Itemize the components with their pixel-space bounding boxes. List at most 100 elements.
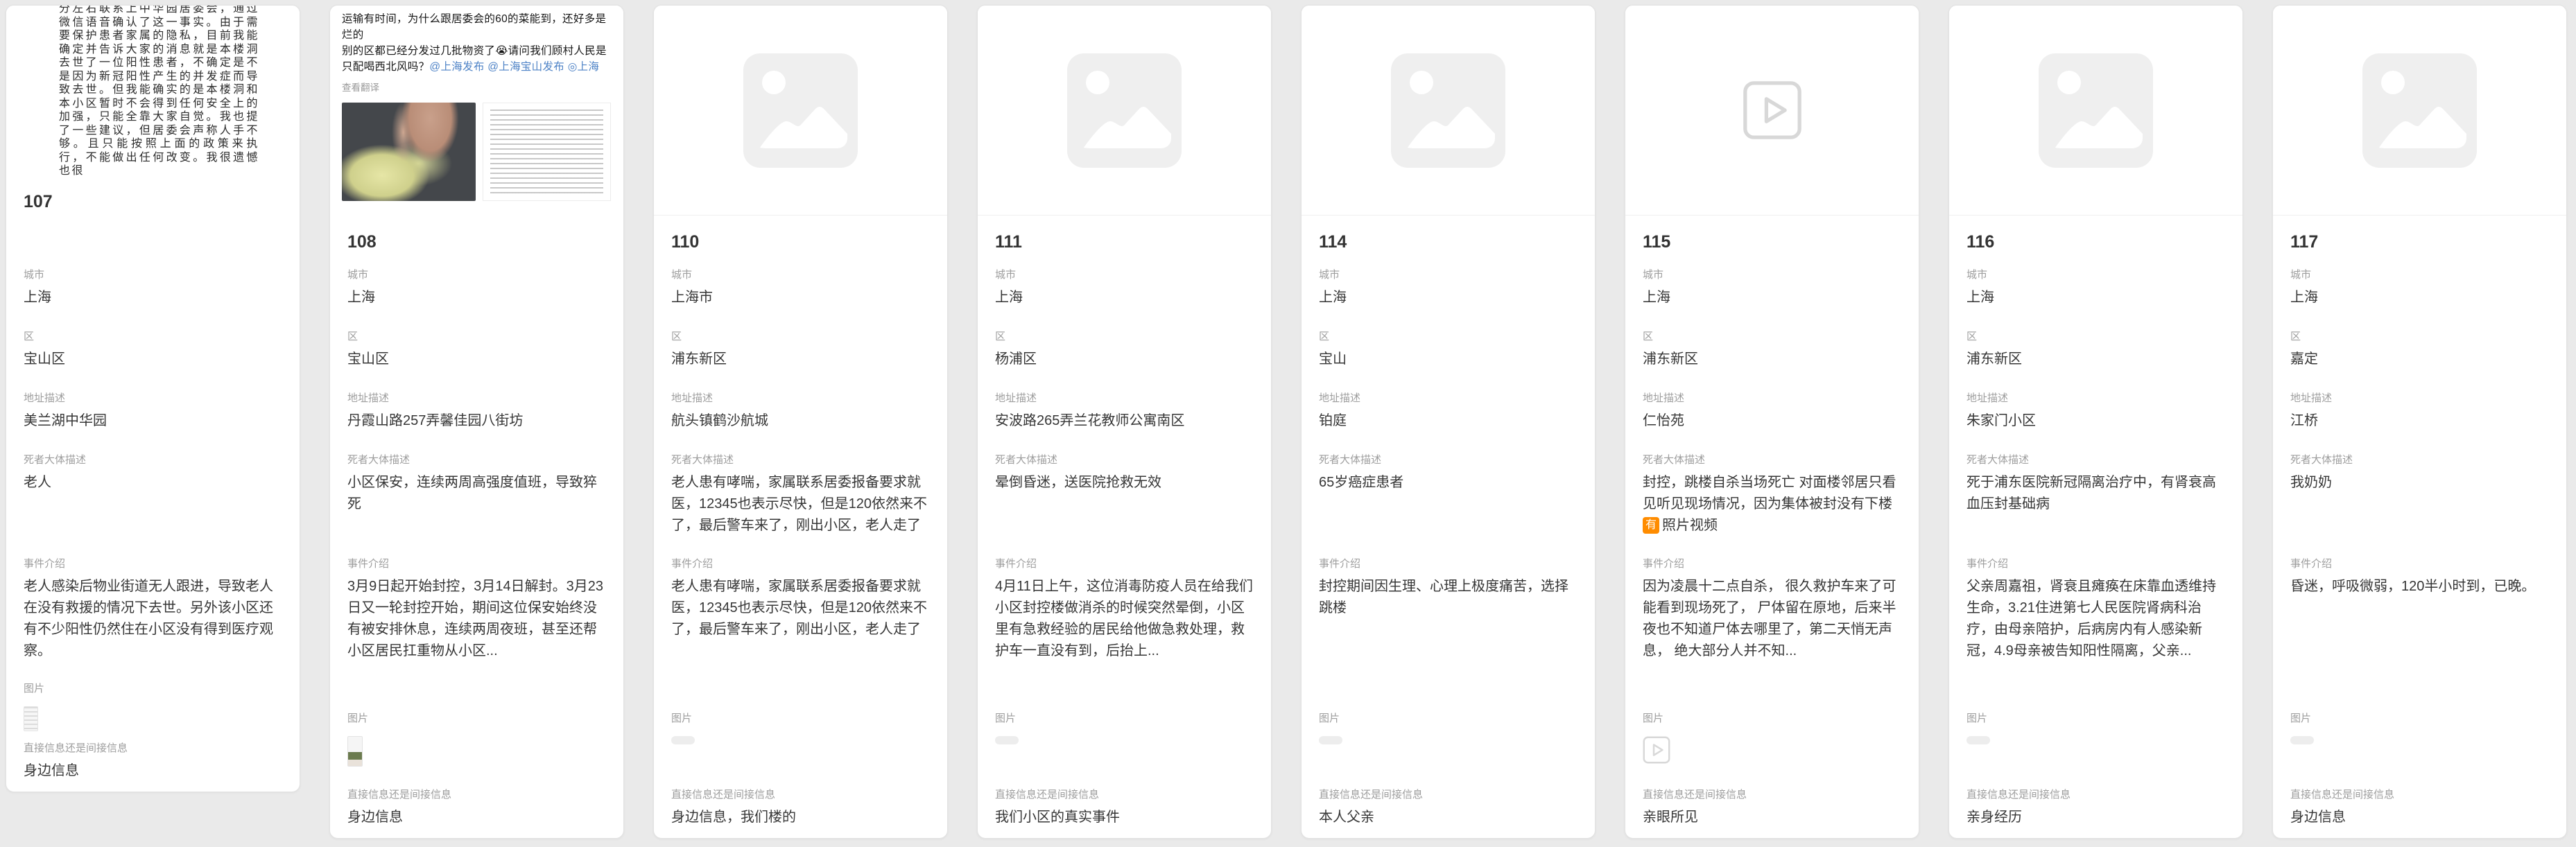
field-value: 浦东新区 — [671, 349, 930, 370]
record-card-110[interactable]: 110 城市 上海市 区 浦东新区 地址描述 航头镇鹤沙航城 死者大体描述 老人… — [653, 5, 948, 839]
field-label: 事件介绍 — [995, 557, 1254, 572]
image-placeholder-icon — [2039, 53, 2153, 168]
field-image: 图片 — [1643, 711, 1901, 787]
field-value: 美兰湖中华园 — [24, 410, 282, 432]
card-title: 107 — [24, 191, 282, 212]
card-body: 城市 上海 区 宝山区 地址描述 丹霞山路257弄馨佳园八街坊 死者大体描述 小… — [330, 268, 623, 838]
article-text-lines — [490, 110, 603, 194]
field-label: 城市 — [2290, 268, 2549, 283]
field-value: 杨浦区 — [995, 349, 1254, 370]
image-placeholder-icon — [2362, 53, 2477, 168]
field-district: 区 浦东新区 — [1643, 329, 1901, 370]
field-label: 死者大体描述 — [2290, 453, 2549, 468]
field-label: 图片 — [1319, 711, 1577, 726]
field-city: 城市 上海 — [995, 268, 1254, 308]
field-value: 上海 — [347, 287, 606, 308]
field-value: 死于浦东医院新冠隔离治疗中，有肾衰高血压封基础病 — [1966, 472, 2225, 557]
field-value: 上海 — [1319, 287, 1577, 308]
image-placeholder-icon — [1391, 53, 1505, 168]
field-deceased: 死者大体描述 封控，跳楼自杀当场死亡 对面楼邻居只看见听见现场情况，因为集体被封… — [1643, 453, 1901, 557]
field-label: 事件介绍 — [1643, 557, 1901, 572]
field-info-type: 直接信息还是间接信息 身边信息 — [2290, 787, 2549, 828]
field-value: 朱家门小区 — [1966, 410, 2225, 432]
image-thumbnail-placeholder — [2290, 736, 2314, 744]
record-card-117[interactable]: 117 城市 上海 区 嘉定 地址描述 江桥 死者大体描述 我奶奶 事件介绍 昏… — [2272, 5, 2567, 839]
field-district: 区 宝山 — [1319, 329, 1577, 370]
field-address: 地址描述 安波路265弄兰花教师公寓南区 — [995, 391, 1254, 432]
field-label: 死者大体描述 — [347, 453, 606, 468]
field-value: 浦东新区 — [1966, 349, 2225, 370]
field-value: 上海 — [1643, 287, 1901, 308]
field-label: 事件介绍 — [347, 557, 606, 572]
field-label: 死者大体描述 — [1966, 453, 2225, 468]
card-body: 城市 上海 区 宝山 地址描述 铂庭 死者大体描述 65岁癌症患者 事件介绍 封… — [1302, 268, 1595, 838]
thumbnail-area — [24, 701, 282, 741]
card-title: 108 — [347, 232, 606, 252]
card-title: 117 — [2290, 232, 2549, 252]
field-event: 事件介绍 昏迷，呼吸微弱，120半小时到，已晚。 — [2290, 557, 2549, 662]
field-district: 区 宝山区 — [347, 329, 606, 370]
field-label: 城市 — [1966, 268, 2225, 283]
record-card-115[interactable]: 115 城市 上海 区 浦东新区 地址描述 仁怡苑 死者大体描述 封控，跳楼自杀… — [1625, 5, 1919, 839]
record-card-114[interactable]: 114 城市 上海 区 宝山 地址描述 铂庭 死者大体描述 65岁癌症患者 事件… — [1301, 5, 1596, 839]
card-cover — [1302, 6, 1595, 216]
field-value: 封控期间因生理、心理上极度痛苦，选择跳楼 — [1319, 576, 1577, 662]
field-event: 事件介绍 封控期间因生理、心理上极度痛苦，选择跳楼 — [1319, 557, 1577, 662]
field-value: 老人患有哮喘，家属联系居委报备要求就医，12345也表示尽快，但是120依然来不… — [671, 576, 930, 662]
field-info-type: 直接信息还是间接信息 本人父亲 — [1319, 787, 1577, 828]
card-cover: 分左右联系上中华园居委会，通过微信语音确认了这一事实。由于需要保护患者家属的隐私… — [6, 6, 300, 175]
card-body: 城市 上海市 区 浦东新区 地址描述 航头镇鹤沙航城 死者大体描述 老人患有哮喘… — [654, 268, 947, 838]
thumbnail-area — [347, 731, 606, 787]
field-value: 宝山区 — [347, 349, 606, 370]
field-label: 城市 — [347, 268, 606, 283]
field-address: 地址描述 铂庭 — [1319, 391, 1577, 432]
field-value: 因为凌晨十二点自杀， 很久救护车来了可能看到现场死了， 尸体留在原地，后来半夜也… — [1643, 576, 1901, 662]
card-cover — [1949, 6, 2242, 216]
field-city: 城市 上海 — [1319, 268, 1577, 308]
record-card-107[interactable]: 分左右联系上中华园居委会，通过微信语音确认了这一事实。由于需要保护患者家属的隐私… — [6, 5, 300, 792]
field-info-type: 直接信息还是间接信息 我们小区的真实事件 — [995, 787, 1254, 828]
field-label: 直接信息还是间接信息 — [1643, 787, 1901, 803]
field-value: 上海 — [995, 287, 1254, 308]
field-image: 图片 — [2290, 711, 2549, 787]
field-label: 地址描述 — [995, 391, 1254, 406]
field-value: 江桥 — [2290, 410, 2549, 432]
field-deceased: 死者大体描述 死于浦东医院新冠隔离治疗中，有肾衰高血压封基础病 — [1966, 453, 2225, 557]
record-card-116[interactable]: 116 城市 上海 区 浦东新区 地址描述 朱家门小区 死者大体描述 死于浦东医… — [1948, 5, 2243, 839]
record-card-111[interactable]: 111 城市 上海 区 杨浦区 地址描述 安波路265弄兰花教师公寓南区 死者大… — [977, 5, 1272, 839]
thumbnail-area — [1643, 731, 1901, 787]
field-value: 昏迷，呼吸微弱，120半小时到，已晚。 — [2290, 576, 2549, 662]
field-deceased: 死者大体描述 晕倒昏迷，送医院抢救无效 — [995, 453, 1254, 557]
field-value: 宝山 — [1319, 349, 1577, 370]
field-label: 图片 — [1966, 711, 2225, 726]
tweet-media-row — [342, 103, 614, 201]
field-value: 封控，跳楼自杀当场死亡 对面楼邻居只看见听见现场情况，因为集体被封没有下楼 有照… — [1643, 472, 1901, 557]
deceased-text: 封控，跳楼自杀当场死亡 对面楼邻居只看见听见现场情况，因为集体被封没有下楼 — [1643, 475, 1896, 512]
field-image: 图片 — [995, 711, 1254, 787]
field-label: 地址描述 — [2290, 391, 2549, 406]
card-title: 115 — [1643, 232, 1901, 252]
record-card-108[interactable]: 运输有时间，为什么跟居委会的60的菜能到，还好多是烂的 别的区都已经分发过几批物… — [329, 5, 624, 839]
gallery-board: 分左右联系上中华园居委会，通过微信语音确认了这一事实。由于需要保护患者家属的隐私… — [0, 0, 2576, 839]
tweet-screenshot-text: 运输有时间，为什么跟居委会的60的菜能到，还好多是烂的 别的区都已经分发过几批物… — [342, 11, 614, 75]
field-label: 直接信息还是间接信息 — [995, 787, 1254, 803]
field-label: 死者大体描述 — [1643, 453, 1901, 468]
field-label: 区 — [1966, 329, 2225, 344]
card-body: 城市 上海 区 嘉定 地址描述 江桥 死者大体描述 我奶奶 事件介绍 昏迷，呼吸… — [2273, 268, 2566, 838]
field-deceased: 死者大体描述 老人 — [24, 453, 282, 557]
field-value: 3月9日起开始封控，3月14日解封。3月23日又一轮封控开始，期间这位保安始终没… — [347, 576, 606, 662]
field-label: 死者大体描述 — [1319, 453, 1577, 468]
image-thumbnail-placeholder — [1319, 736, 1342, 744]
field-deceased: 死者大体描述 老人患有哮喘，家属联系居委报备要求就医，12345也表示尽快，但是… — [671, 453, 930, 557]
field-value: 4月11日上午，这位消毒防疫人员在给我们小区封控楼做消杀的时候突然晕倒，小区里有… — [995, 576, 1254, 662]
field-address: 地址描述 朱家门小区 — [1966, 391, 2225, 432]
field-value: 老人感染后物业街道无人跟进，导致老人在没有救援的情况下去世。另外该小区还有不少阳… — [24, 576, 282, 662]
card-cover — [2273, 6, 2566, 216]
field-event: 事件介绍 老人患有哮喘，家属联系居委报备要求就医，12345也表示尽快，但是12… — [671, 557, 930, 662]
card-title: 110 — [671, 232, 930, 252]
tweet-line-1: 运输有时间，为什么跟居委会的60的菜能到，还好多是烂的 — [342, 11, 614, 43]
field-label: 地址描述 — [1643, 391, 1901, 406]
card-cover — [1625, 6, 1919, 216]
field-district: 区 嘉定 — [2290, 329, 2549, 370]
field-image: 图片 — [671, 711, 930, 787]
